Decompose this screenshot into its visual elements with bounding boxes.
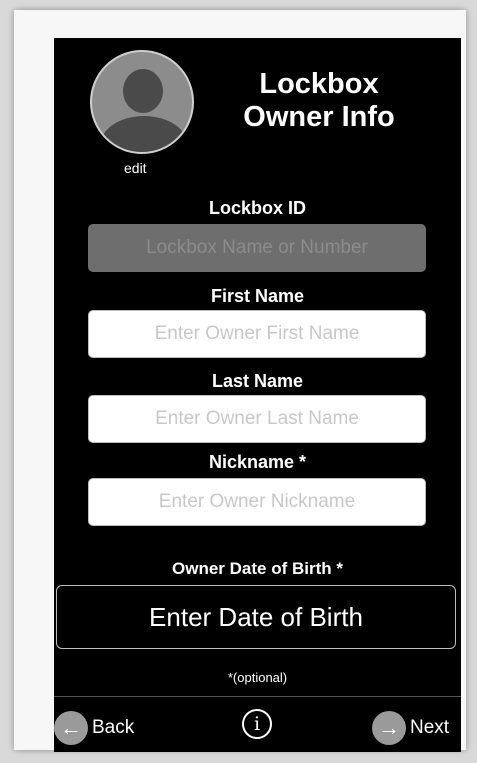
- last-name-field[interactable]: Enter Owner Last Name: [88, 395, 426, 443]
- optional-note: *(optional): [227, 670, 288, 685]
- dob-button[interactable]: Enter Date of Birth: [56, 585, 456, 649]
- info-icon[interactable]: i: [242, 709, 272, 739]
- next-label: Next: [410, 717, 450, 738]
- dob-label: Owner Date of Birth *: [172, 559, 343, 578]
- avatar[interactable]: [90, 50, 194, 154]
- arrow-left-icon: ←: [54, 711, 88, 745]
- app-screen: edit Lockbox Owner Info Lockbox ID Lockb…: [54, 38, 461, 752]
- avatar-body: [100, 116, 188, 152]
- avatar-edit-link[interactable]: edit: [124, 160, 147, 176]
- arrow-right-icon: →: [372, 711, 406, 745]
- first-name-label: First Name: [210, 286, 305, 306]
- avatar-head: [123, 69, 163, 113]
- page-title-line2: Owner Info: [243, 101, 395, 133]
- nickname-field[interactable]: Enter Owner Nickname: [88, 478, 426, 526]
- page-title: Lockbox Owner Info: [219, 68, 419, 134]
- bottom-nav-bar: ← Back i → Next: [54, 696, 461, 752]
- first-name-field[interactable]: Enter Owner First Name: [88, 310, 426, 358]
- nickname-label: Nickname *: [208, 452, 307, 472]
- lockbox-id-field: Lockbox Name or Number: [88, 224, 426, 272]
- page-title-line1: Lockbox: [259, 68, 379, 100]
- back-button[interactable]: ← Back: [54, 711, 134, 745]
- next-button[interactable]: → Next: [372, 711, 449, 745]
- last-name-label: Last Name: [211, 371, 304, 391]
- device-frame: edit Lockbox Owner Info Lockbox ID Lockb…: [14, 10, 466, 752]
- lockbox-id-label: Lockbox ID: [208, 198, 306, 218]
- back-label: Back: [92, 717, 135, 738]
